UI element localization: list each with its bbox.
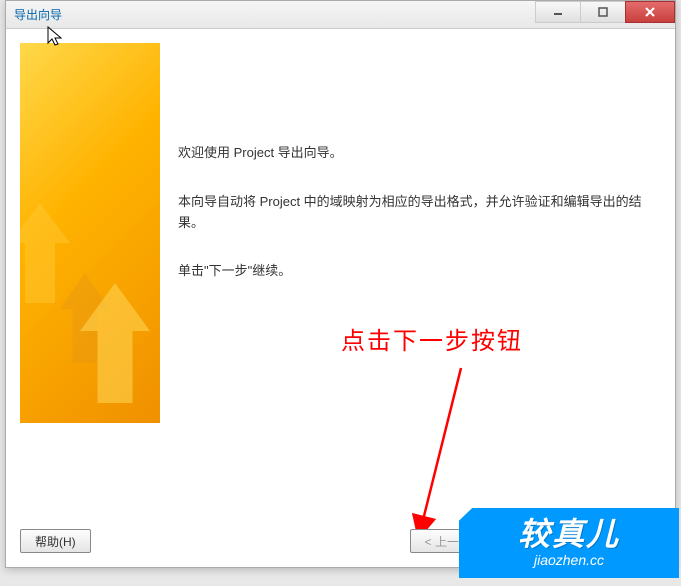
- watermark-sub: jiaozhen.cc: [534, 552, 604, 568]
- maximize-icon: [598, 7, 608, 17]
- window-controls: [536, 1, 675, 28]
- close-icon: [644, 6, 656, 18]
- wizard-window: 导出向导 欢迎使用 Project 导出向导。 本向导自动将 Project 中…: [5, 0, 676, 568]
- window-title: 导出向导: [14, 6, 62, 23]
- welcome-line: 欢迎使用 Project 导出向导。: [178, 143, 661, 164]
- watermark: 较真儿 jiaozhen.cc: [459, 508, 679, 578]
- instruction-line: 单击"下一步"继续。: [178, 261, 661, 282]
- titlebar: 导出向导: [6, 1, 675, 29]
- annotation-text: 点击下一步按钮: [341, 321, 523, 356]
- wizard-banner-image: [20, 43, 160, 423]
- close-button[interactable]: [625, 1, 675, 23]
- maximize-button[interactable]: [580, 1, 626, 23]
- minimize-button[interactable]: [535, 1, 581, 23]
- cursor-icon: [46, 25, 66, 49]
- content-area: 欢迎使用 Project 导出向导。 本向导自动将 Project 中的域映射为…: [6, 29, 675, 525]
- help-button[interactable]: 帮助(H): [20, 529, 91, 553]
- wizard-text: 欢迎使用 Project 导出向导。 本向导自动将 Project 中的域映射为…: [178, 43, 661, 511]
- minimize-icon: [553, 7, 563, 17]
- description-line: 本向导自动将 Project 中的域映射为相应的导出格式，并允许验证和编辑导出的…: [178, 192, 661, 234]
- watermark-main: 较真儿: [518, 518, 620, 550]
